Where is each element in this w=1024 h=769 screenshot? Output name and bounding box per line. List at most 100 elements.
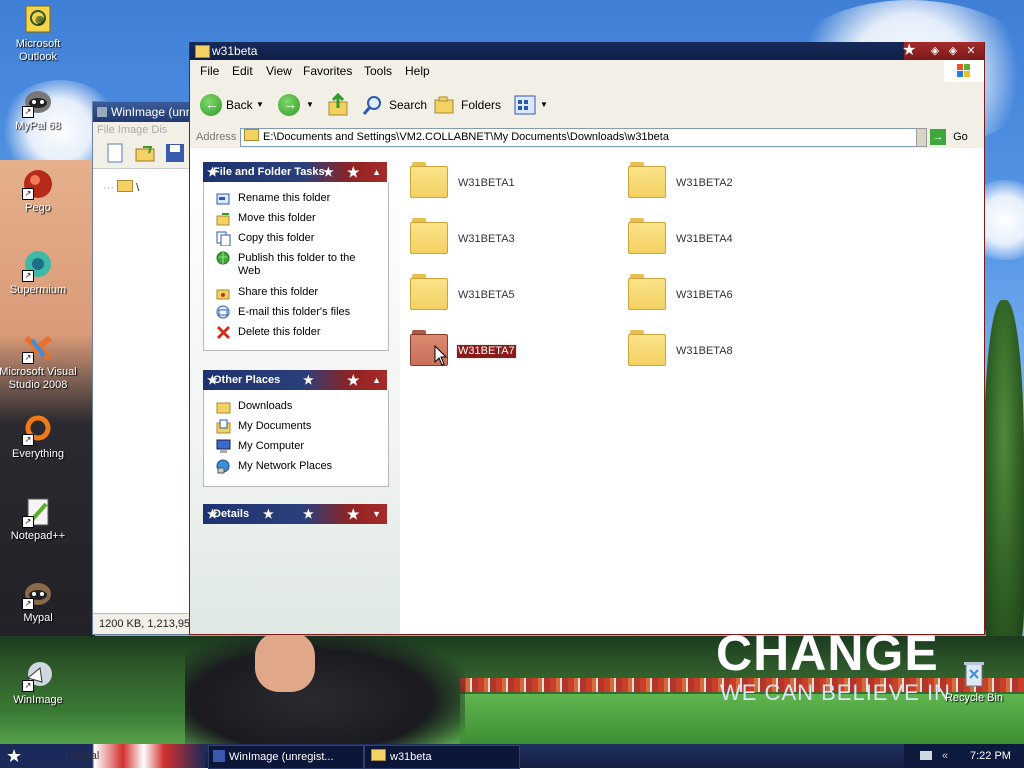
- desktop-icon-outlook[interactable]: @ Microsoft Outlook: [0, 4, 78, 64]
- menu-file[interactable]: File: [200, 60, 219, 82]
- chevron-down-icon: ▼: [256, 100, 264, 109]
- winimage-menu[interactable]: File Image Dis: [93, 122, 203, 138]
- taskbar-button-winimage[interactable]: WinImage (unregist...: [208, 745, 364, 769]
- menu-favorites[interactable]: Favorites: [303, 60, 352, 82]
- search-icon: [362, 96, 381, 115]
- task-email[interactable]: E-mail this folder's files: [238, 306, 350, 319]
- star-icon: ★: [303, 507, 314, 521]
- chevron-down-icon: ▼: [540, 100, 548, 109]
- go-button[interactable]: → Go: [930, 128, 980, 146]
- task-delete[interactable]: Delete this folder: [238, 326, 321, 339]
- minimize-button[interactable]: ◈: [928, 44, 942, 58]
- system-tray: « 7:22 PM: [904, 744, 1024, 768]
- menu-edit[interactable]: Edit: [232, 60, 253, 82]
- raccoon-icon: ↗: [22, 86, 54, 118]
- menu-view[interactable]: View: [266, 60, 292, 82]
- winimage-title[interactable]: WinImage (unre: [93, 102, 203, 122]
- taskbar-button-w31beta[interactable]: w31beta: [364, 745, 520, 769]
- explorer-toolbar: ← Back ▼ → ▼ Search Folders ▼: [190, 82, 984, 127]
- expand-chevron-icon[interactable]: ▼: [372, 504, 381, 524]
- desktop-icon-winimage[interactable]: ↗ WinImage: [0, 660, 78, 707]
- forward-button[interactable]: → ▼: [278, 92, 314, 118]
- task-rename[interactable]: Rename this folder: [238, 192, 330, 205]
- folder-icon: [628, 274, 666, 310]
- details-header[interactable]: ★ ★ ★ ★ Details ▼: [203, 504, 387, 524]
- desktop-icon-label: Microsoft Visual Studio 2008: [0, 366, 77, 391]
- other-places-header[interactable]: ★ ★ ★ Other Places ▲: [203, 370, 387, 390]
- desktop-icon-everything[interactable]: ↗ Everything: [0, 414, 78, 461]
- keyboard-icon[interactable]: [920, 751, 932, 760]
- place-my-documents[interactable]: My Documents: [238, 420, 311, 433]
- open-folder-icon[interactable]: [135, 143, 155, 163]
- collapse-chevron-icon[interactable]: ▲: [372, 162, 381, 182]
- folder-label: W31BETA2: [676, 177, 733, 189]
- place-downloads[interactable]: Downloads: [238, 400, 292, 413]
- desktop-icon-visual-studio[interactable]: ↗ Microsoft Visual Studio 2008: [0, 332, 78, 392]
- folder-icon: [628, 330, 666, 366]
- shortcut-arrow-icon: ↗: [22, 270, 34, 282]
- maximize-button[interactable]: ◈: [946, 44, 960, 58]
- star-icon: ★: [6, 746, 23, 766]
- desktop-icon-pego[interactable]: ↗ Pego: [0, 168, 78, 215]
- back-button[interactable]: ← Back ▼: [200, 92, 264, 118]
- desktop-icon-notepadpp[interactable]: ↗ Notepad++: [0, 496, 78, 543]
- clock[interactable]: 7:22 PM: [970, 744, 1011, 768]
- tray-expand-icon[interactable]: «: [942, 744, 948, 768]
- address-field[interactable]: E:\Documents and Settings\VM2.COLLABNET\…: [240, 128, 920, 147]
- star-icon: ★: [303, 373, 314, 387]
- views-button[interactable]: ▼: [514, 92, 550, 118]
- collapse-chevron-icon[interactable]: ▲: [372, 370, 381, 390]
- folder-label: W31BETA1: [458, 177, 515, 189]
- task-copy[interactable]: Copy this folder: [238, 232, 314, 245]
- wallpaper-believe-text: WE CAN BELIEVE IN: [720, 680, 951, 705]
- search-button[interactable]: Search: [362, 92, 427, 118]
- shortcut-arrow-icon: ↗: [22, 352, 34, 364]
- star-icon: ★: [263, 507, 274, 521]
- wallpaper-tree: [984, 300, 1024, 640]
- explorer-window[interactable]: w31beta ★ ◈ ◈ ✕ File Edit View Favorites…: [189, 42, 985, 635]
- file-folder-tasks-header[interactable]: ★ ★ ★ File and Folder Tasks ▲: [203, 162, 387, 182]
- desktop-icon-recycle-bin[interactable]: Recycle Bin: [934, 658, 1014, 705]
- file-folder-tasks-body: Rename this folder Move this folder Copy…: [203, 182, 389, 351]
- desktop-icon-mypal[interactable]: ↗ Mypal: [0, 578, 78, 625]
- desktop-icon-supermium[interactable]: ↗ Supermium: [0, 250, 78, 297]
- address-dropdown-button[interactable]: [916, 128, 927, 147]
- task-share[interactable]: Share this folder: [238, 286, 318, 299]
- desktop-icon-mypal68[interactable]: ↗ MyPal 68: [0, 86, 78, 133]
- winimage-window[interactable]: WinImage (unre File Image Dis ··· \ 1200…: [92, 101, 209, 635]
- star-icon: ★: [347, 506, 360, 522]
- folder-label: W31BETA6: [676, 289, 733, 301]
- explorer-title-bar[interactable]: w31beta ★ ◈ ◈ ✕: [190, 42, 984, 60]
- supermium-icon: ↗: [22, 250, 54, 282]
- save-icon[interactable]: [165, 143, 185, 163]
- up-folder-button[interactable]: [328, 92, 350, 118]
- folder-icon: [628, 162, 666, 198]
- task-publish[interactable]: Publish this folder to the Web: [238, 252, 378, 278]
- desktop-icon-label: Mypal: [23, 612, 53, 624]
- shortcut-arrow-icon: ↗: [22, 516, 34, 528]
- back-arrow-glyph: ←: [205, 96, 219, 112]
- back-label: Back: [226, 98, 253, 112]
- folder-icon: [628, 218, 666, 254]
- desktop-icon-label: WinImage: [13, 694, 63, 706]
- desktop-icon-label: Everything: [12, 448, 64, 460]
- folder-icon: [244, 129, 259, 141]
- place-my-computer[interactable]: My Computer: [238, 440, 304, 453]
- my-computer-icon: [216, 439, 231, 453]
- shortcut-arrow-icon: ↗: [22, 680, 34, 692]
- folder-label: W31BETA7: [456, 344, 517, 359]
- folder-icon: [410, 162, 448, 198]
- everything-icon: ↗: [22, 414, 54, 446]
- new-file-icon[interactable]: [105, 143, 125, 163]
- go-label: Go: [953, 131, 968, 143]
- other-places-body: Downloads My Documents My Computer My Ne…: [203, 390, 389, 487]
- winimage-tree-root[interactable]: ··· \: [103, 180, 139, 194]
- close-button[interactable]: ✕: [964, 44, 978, 58]
- menu-help[interactable]: Help: [405, 60, 430, 82]
- task-move[interactable]: Move this folder: [238, 212, 316, 225]
- start-button[interactable]: ★ Mypal: [0, 744, 205, 768]
- menu-tools[interactable]: Tools: [364, 60, 392, 82]
- folders-button[interactable]: Folders: [434, 92, 501, 118]
- taskbar-button-label: w31beta: [390, 751, 432, 763]
- place-my-network-places[interactable]: My Network Places: [238, 460, 332, 473]
